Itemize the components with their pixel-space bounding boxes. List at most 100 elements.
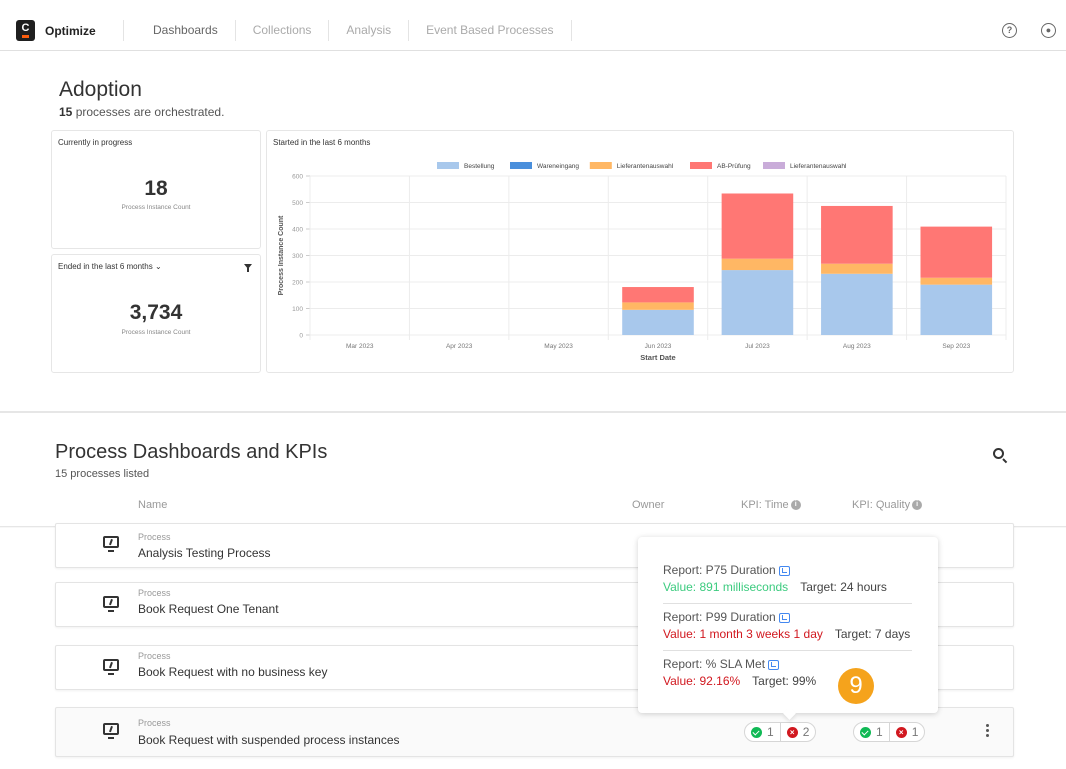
- column-header-kpi-time[interactable]: KPI: Time i: [741, 499, 801, 511]
- ended-label: Process Instance Count: [121, 329, 191, 336]
- open-report-icon[interactable]: [778, 612, 790, 623]
- legend-swatch: [589, 162, 612, 169]
- y-tick-label: 0: [299, 333, 303, 340]
- row-name: Book Request One Tenant: [138, 602, 279, 616]
- top-bar: C Optimize Dashboards Collections Analys…: [0, 0, 1066, 51]
- open-report-icon[interactable]: [768, 659, 780, 670]
- info-icon[interactable]: i: [912, 500, 923, 511]
- kpi-quality-label: KPI: Quality: [852, 499, 911, 511]
- y-tick-label: 500: [292, 200, 303, 207]
- section-divider: [0, 411, 1066, 413]
- camunda-logo[interactable]: C: [16, 20, 35, 41]
- in-progress-title: Currently in progress: [58, 138, 133, 147]
- filter-icon[interactable]: [244, 264, 252, 272]
- bar-segment: [920, 284, 993, 335]
- kpi-time-failed: × 2: [779, 723, 816, 741]
- legend-swatch: [763, 162, 785, 169]
- adoption-title: Adoption: [59, 78, 142, 101]
- nav-dashboards[interactable]: Dashboards: [123, 20, 235, 41]
- ended-title: Ended in the last 6 months: [58, 262, 153, 271]
- failed-count: 2: [802, 725, 810, 739]
- x-circle-icon: ×: [786, 726, 798, 738]
- kpi-value: Value: 891 milliseconds: [663, 580, 789, 594]
- kpi-section-subtitle: 15 processes listed: [55, 468, 150, 480]
- report-name: Report: P99 Duration: [663, 610, 776, 624]
- started-chart-card: Started in the last 6 months 0 100 200 300 4…: [266, 130, 1014, 373]
- bar-segment: [622, 287, 694, 303]
- report-name: Report: P75 Duration: [663, 563, 776, 577]
- bar-segment: [821, 273, 893, 335]
- x-tick-label: Jun 2023: [645, 343, 672, 350]
- bar-segment: [721, 258, 794, 271]
- ended-value: 3,734: [129, 301, 183, 324]
- kpi-value: Value: 92.16%: [663, 674, 741, 688]
- bar-segment: [920, 226, 993, 278]
- x-tick-label: Aug 2023: [843, 343, 871, 350]
- in-progress-value: 18: [144, 177, 168, 200]
- kpi-section-title: Process Dashboards and KPIs: [55, 441, 328, 463]
- succeeded-count: 1: [767, 725, 774, 739]
- app-name[interactable]: Optimize: [45, 24, 96, 38]
- bar-segment: [721, 193, 794, 259]
- legend-label: Wareneingang: [537, 163, 579, 170]
- user-circle-icon[interactable]: ●: [1041, 23, 1056, 38]
- legend-swatch: [510, 162, 532, 169]
- y-tick-label: 600: [292, 174, 303, 181]
- in-progress-card: Currently in progress 18 Process Instanc…: [51, 130, 261, 249]
- legend-label: Bestellung: [464, 163, 495, 170]
- adoption-subtitle-text: processes are orchestrated.: [72, 105, 225, 119]
- tooltip-item: Report: % SLA Met Value: 92.16% Target: 9…: [663, 657, 913, 688]
- legend-label: Lieferantenauswahl: [790, 163, 847, 170]
- ended-title-dropdown[interactable]: Ended in the last 6 months ⌄: [58, 262, 162, 271]
- bar-segment: [821, 263, 893, 274]
- bar-segment: [821, 205, 893, 264]
- kpi-quality-failed: × 1: [888, 723, 925, 741]
- x-tick-label: Jul 2023: [745, 343, 770, 350]
- row-name: Book Request with no business key: [138, 665, 328, 679]
- kpi-value: Value: 1 month 3 weeks 1 day: [663, 627, 823, 641]
- nav-event-based-processes[interactable]: Event Based Processes: [408, 20, 572, 41]
- process-monitor-icon: [103, 596, 119, 612]
- bar-segment: [920, 277, 993, 285]
- bar-segment: [622, 309, 694, 335]
- process-monitor-icon: [103, 536, 119, 552]
- x-tick-label: Mar 2023: [346, 343, 374, 350]
- column-header-owner[interactable]: Owner: [632, 499, 664, 511]
- search-icon[interactable]: [993, 448, 1004, 459]
- report-name: Report: % SLA Met: [663, 657, 766, 671]
- process-row[interactable]: Process Book Request with suspended proc…: [55, 707, 1014, 757]
- tooltip-item: Report: P75 Duration Value: 891 millisec…: [663, 563, 913, 594]
- x-tick-label: Sep 2023: [942, 343, 970, 350]
- kpi-target: Target: 7 days: [834, 627, 911, 641]
- process-monitor-icon: [103, 723, 119, 739]
- kpi-tooltip: Report: P75 Duration Value: 891 millisec…: [638, 537, 938, 713]
- tooltip-divider: [663, 650, 912, 651]
- legend-label: AB-Prüfung: [717, 163, 751, 170]
- help-circle-icon[interactable]: ?: [1002, 23, 1017, 38]
- info-icon[interactable]: i: [790, 500, 801, 511]
- open-report-icon[interactable]: [778, 565, 790, 576]
- main-nav: Dashboards Collections Analysis Event Ba…: [123, 20, 572, 41]
- started-bar-chart: 0 100 200 300 400 500 600 Mar 2023 Apr 2023 May 2…: [278, 162, 1007, 362]
- y-tick-label: 100: [292, 306, 303, 313]
- x-circle-icon: ×: [895, 726, 907, 738]
- legend-swatch: [437, 162, 459, 169]
- succeeded-count: 1: [876, 725, 883, 739]
- bar-segment: [622, 302, 694, 310]
- kpi-quality-status[interactable]: 1 × 1: [853, 722, 926, 742]
- kpi-time-status[interactable]: 1 × 2: [744, 722, 817, 742]
- x-axis-label: Start Date: [640, 353, 675, 362]
- nav-collections[interactable]: Collections: [234, 20, 329, 41]
- failed-count: 1: [911, 725, 919, 739]
- kpi-target: Target: 99%: [752, 674, 817, 688]
- nav-analysis[interactable]: Analysis: [328, 20, 408, 41]
- column-header-kpi-quality[interactable]: KPI: Quality i: [852, 499, 923, 511]
- row-type: Process: [138, 651, 171, 661]
- y-tick-label: 300: [292, 253, 303, 260]
- legend-swatch: [690, 162, 712, 169]
- kpi-quality-succeeded: 1: [854, 723, 889, 741]
- column-header-name[interactable]: Name: [138, 499, 167, 511]
- row-name: Analysis Testing Process: [138, 546, 271, 560]
- row-type: Process: [138, 718, 171, 728]
- more-options-icon[interactable]: [986, 724, 989, 738]
